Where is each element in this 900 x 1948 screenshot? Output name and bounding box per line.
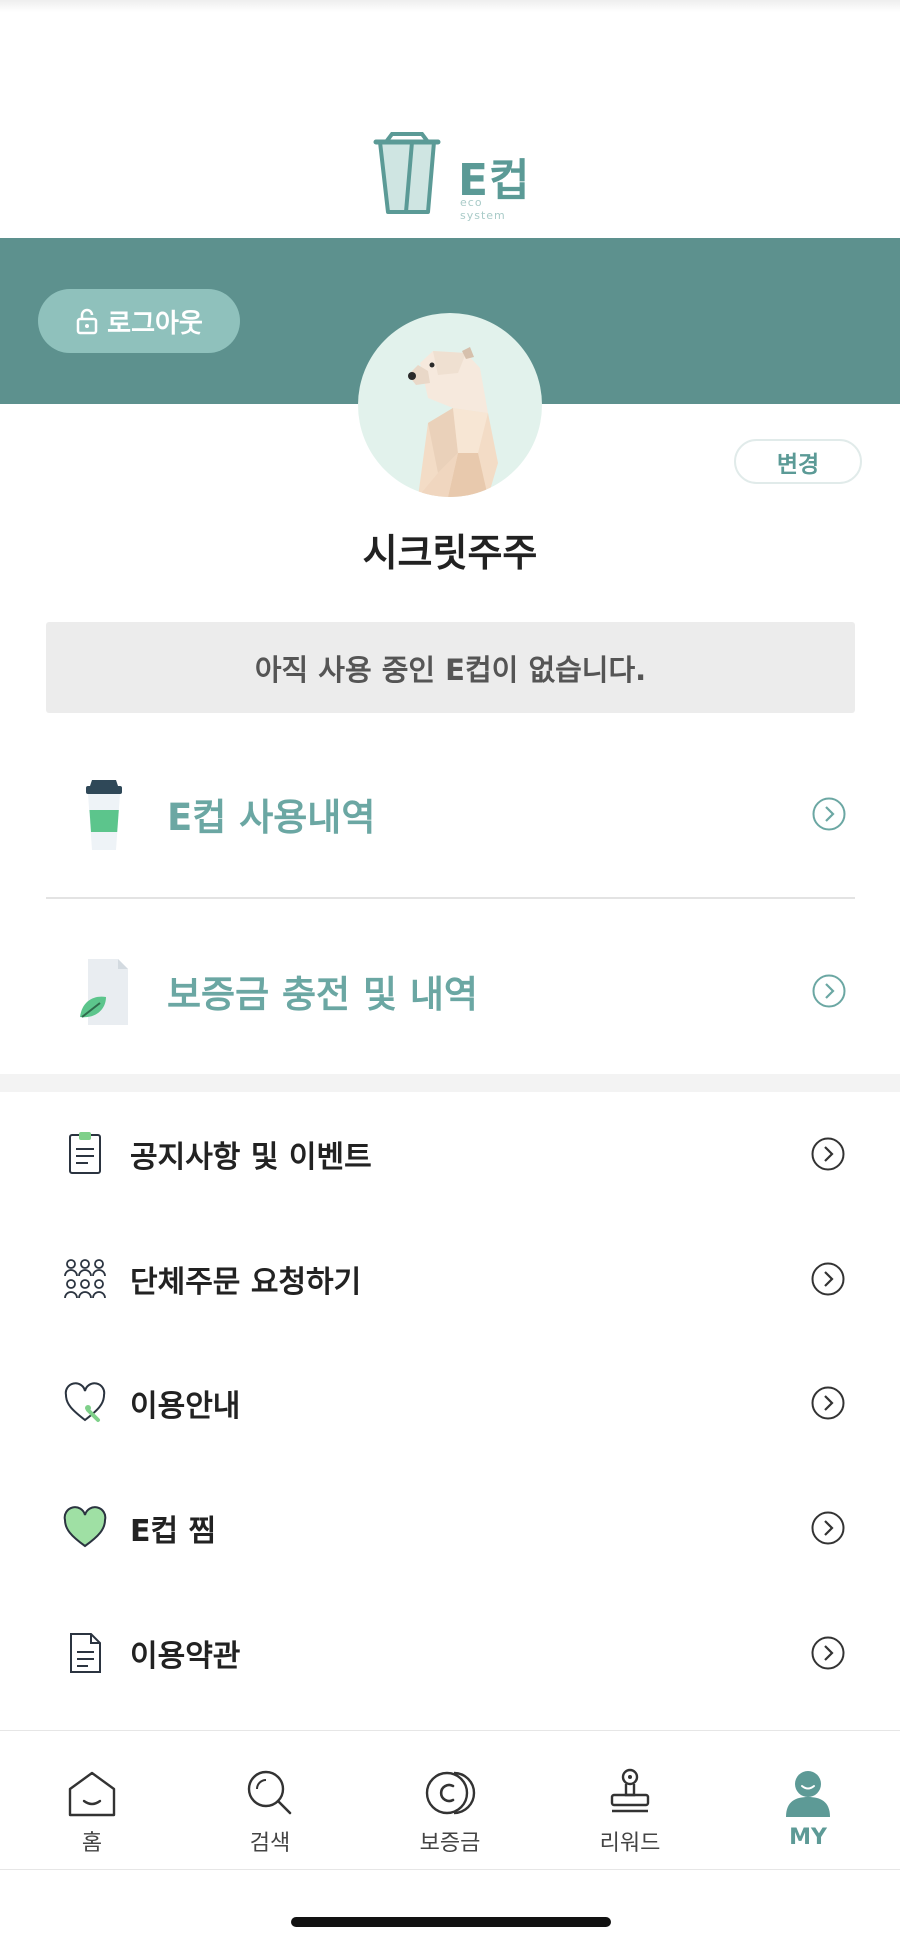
tab-label: 보증금 (419, 1831, 481, 1856)
heart-guide-icon (64, 1382, 106, 1422)
menu-label: 단체주문 요청하기 (130, 1265, 362, 1300)
bottom-tab-bar: 홈 검색 보증금 리워드 MY (0, 1730, 900, 1870)
chevron-right-icon (811, 1262, 845, 1296)
home-indicator (291, 1917, 611, 1927)
section-divider (0, 1074, 900, 1092)
tab-home[interactable]: 홈 (2, 1731, 182, 1871)
top-shadow (0, 0, 900, 12)
tab-deposit[interactable]: 보증금 (360, 1731, 540, 1871)
deposit-document-icon (80, 959, 128, 1025)
cup-status-banner: 아직 사용 중인 E컵이 없습니다. (46, 622, 855, 713)
deposit-history-link[interactable]: 보증금 충전 및 내역 (46, 916, 855, 1066)
logo-subtext: eco system (460, 196, 506, 222)
chevron-right-icon (811, 1636, 845, 1670)
menu-item-group-order[interactable]: 단체주문 요청하기 (0, 1217, 900, 1341)
chevron-right-icon (812, 797, 846, 831)
deposit-icon (425, 1771, 476, 1815)
nickname: 시크릿주주 (362, 531, 538, 575)
menu-item-notice[interactable]: 공지사항 및 이벤트 (0, 1092, 900, 1216)
logout-button[interactable]: 로그아웃 (38, 289, 240, 353)
document-icon (70, 1633, 101, 1673)
menu-label: 이용안내 (130, 1389, 241, 1424)
profile-icon (786, 1771, 830, 1817)
stamp-icon (610, 1768, 650, 1813)
avatar[interactable] (358, 313, 542, 497)
menu-item-guide[interactable]: 이용안내 (0, 1341, 900, 1465)
group-icon (64, 1259, 106, 1299)
cup-history-link[interactable]: E컵 사용내역 (46, 739, 855, 889)
feature-divider (46, 897, 855, 899)
polar-bear-avatar-icon (408, 347, 498, 497)
home-icon (68, 1771, 116, 1817)
tab-reward[interactable]: 리워드 (540, 1731, 720, 1871)
chevron-right-icon (811, 1137, 845, 1171)
tab-search[interactable]: 검색 (180, 1731, 360, 1871)
tab-label: 홈 (81, 1831, 103, 1856)
tab-label: 검색 (249, 1831, 291, 1856)
tab-label: 리워드 (599, 1831, 661, 1856)
clipboard-icon (69, 1132, 101, 1174)
feature-label: E컵 사용내역 (167, 796, 376, 839)
my-page: E컵 eco system 로그아웃 변경 시크릿주주 아직 사용 중인 E컵이… (0, 0, 900, 1948)
chevron-right-icon (812, 974, 846, 1008)
search-icon (247, 1770, 292, 1815)
change-profile-button[interactable]: 변경 (734, 439, 862, 484)
chevron-right-icon (811, 1386, 845, 1420)
tab-label: MY (789, 1825, 827, 1850)
chevron-right-icon (811, 1511, 845, 1545)
tab-my[interactable]: MY (718, 1731, 898, 1871)
feature-label: 보증금 충전 및 내역 (167, 973, 478, 1016)
menu-label: 이용약관 (130, 1639, 241, 1674)
cup-icon (86, 780, 122, 850)
menu-label: E컵 찜 (130, 1514, 217, 1549)
menu-label: 공지사항 및 이벤트 (130, 1140, 372, 1175)
logout-label: 로그아웃 (107, 308, 203, 339)
menu-item-wishlist[interactable]: E컵 찜 (0, 1466, 900, 1590)
heart-icon (63, 1506, 107, 1548)
app-logo: E컵 eco system (372, 128, 532, 222)
cup-logo-icon (373, 132, 441, 214)
unlock-icon (76, 308, 98, 335)
menu-item-terms[interactable]: 이용약관 (0, 1591, 900, 1715)
